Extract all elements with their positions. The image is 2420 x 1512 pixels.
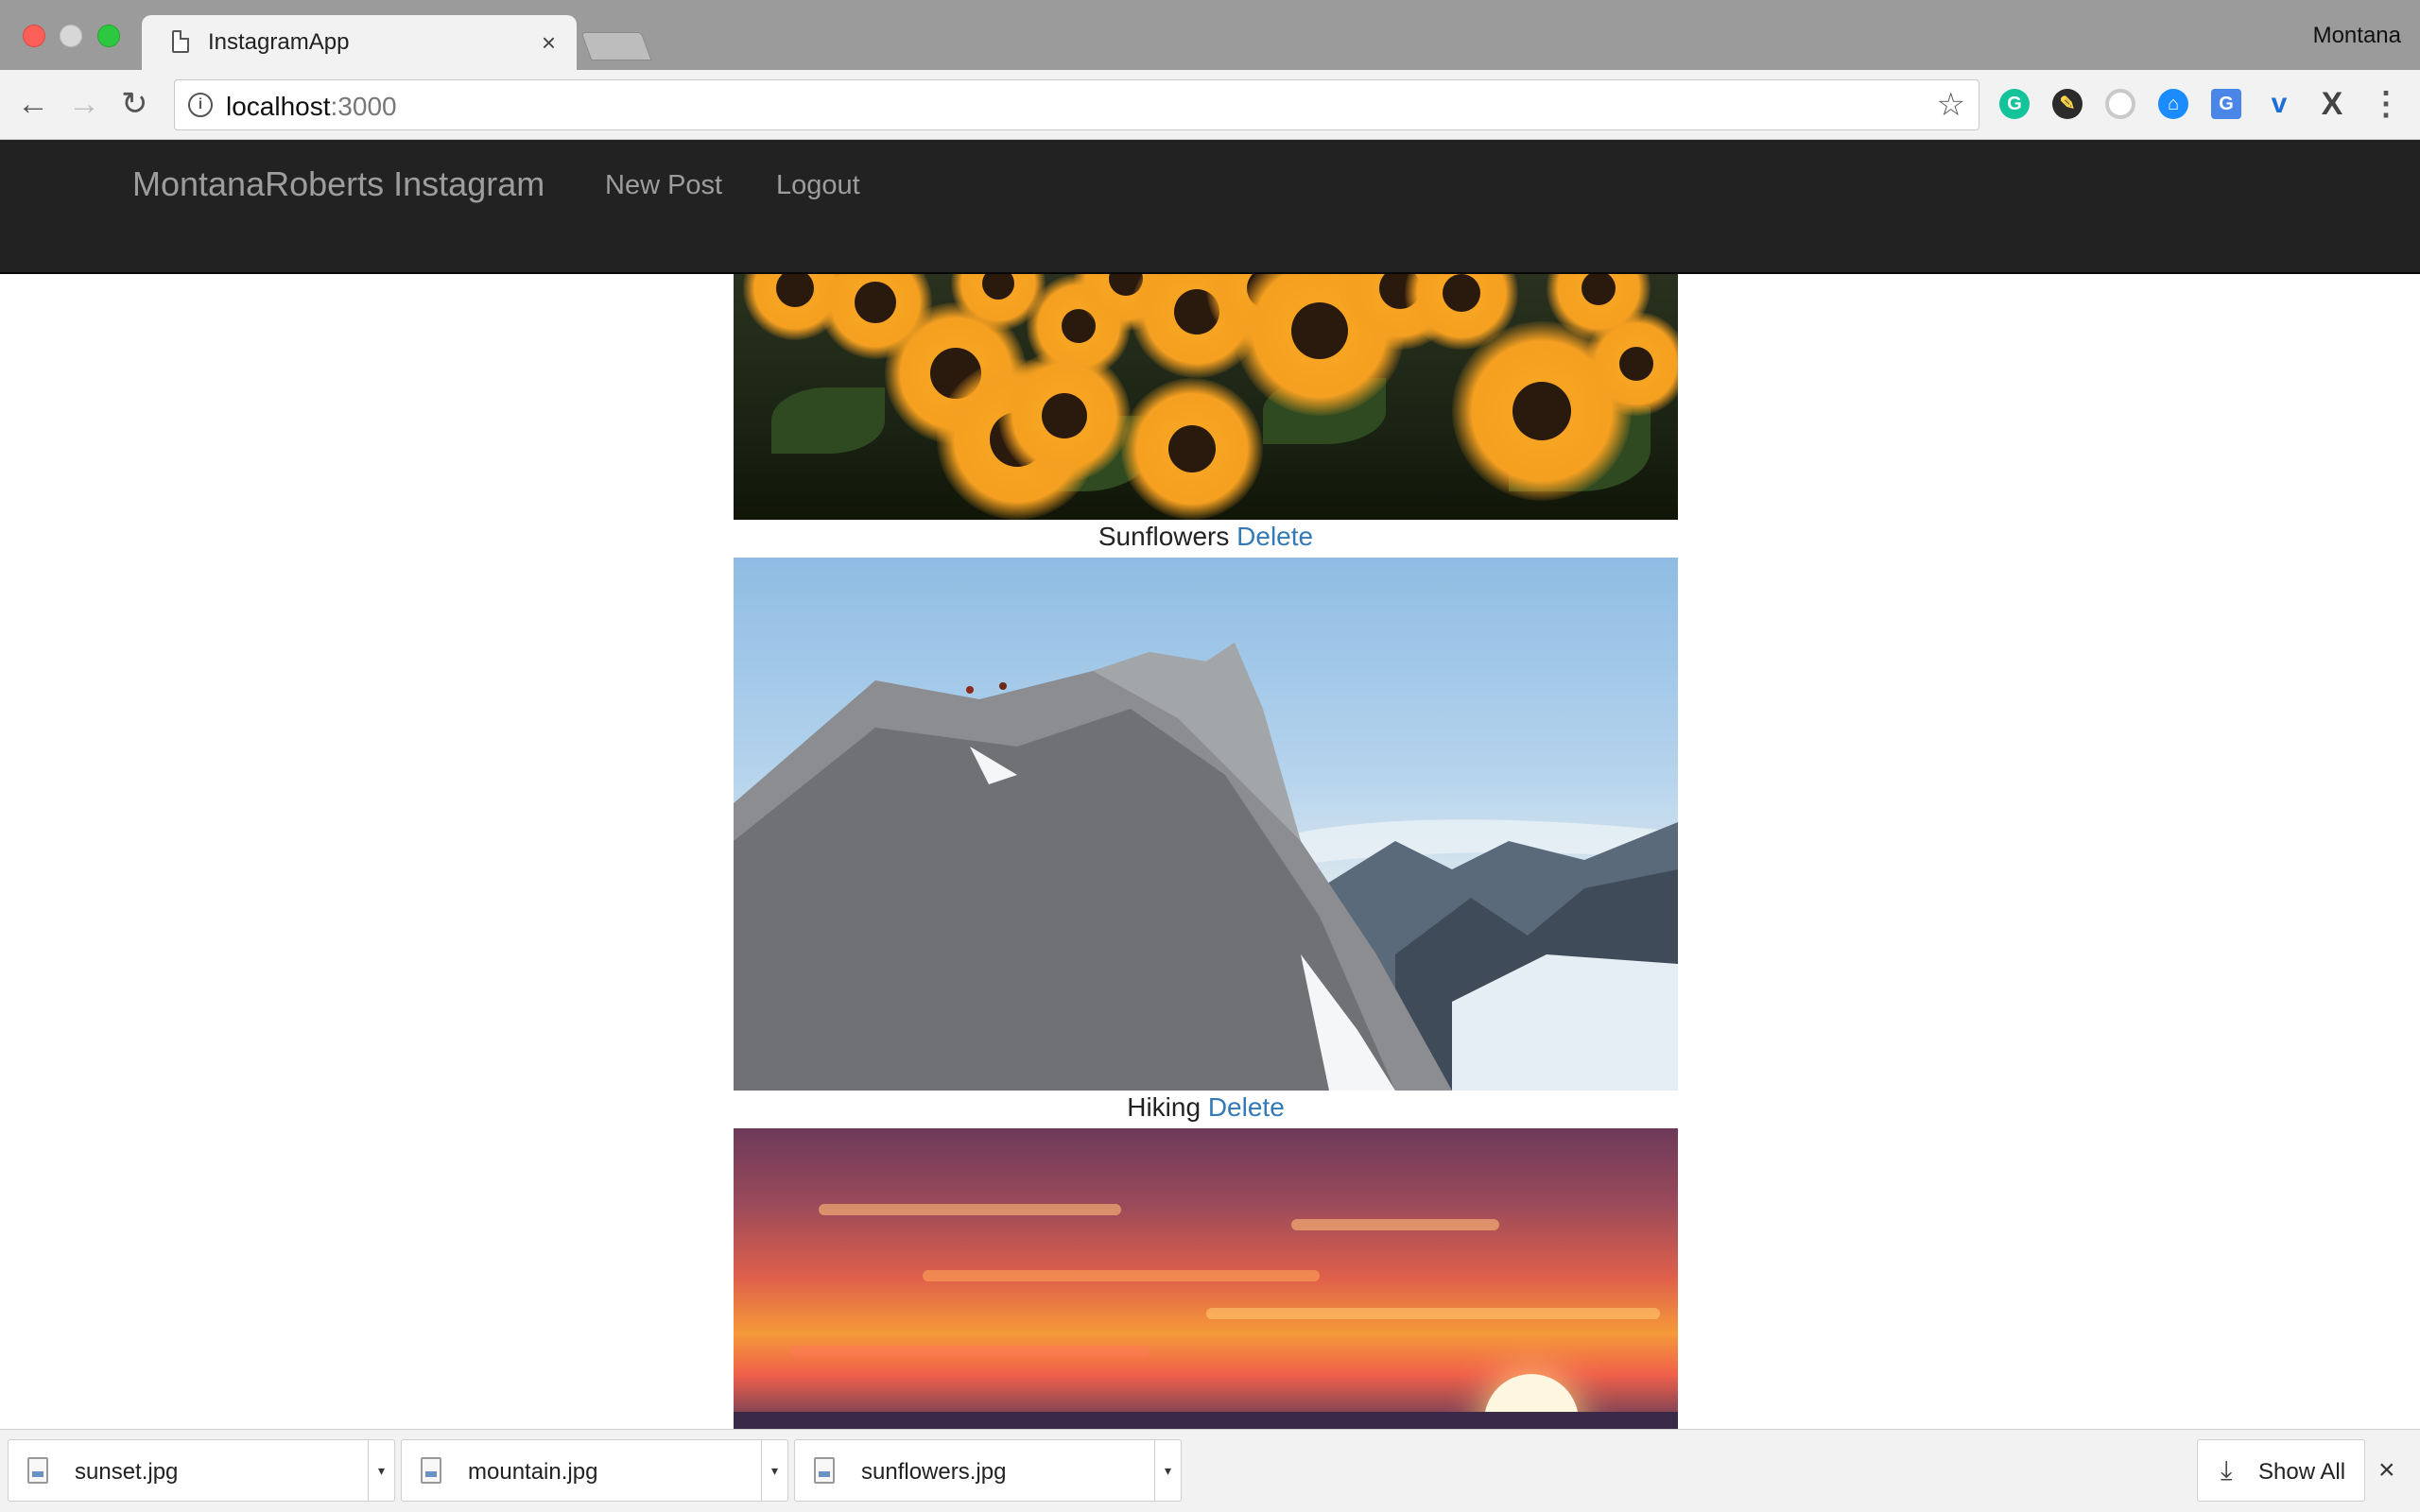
- post-title: Hiking: [1127, 1092, 1201, 1122]
- page-icon: [172, 30, 189, 53]
- download-options-icon[interactable]: ▾: [761, 1440, 787, 1501]
- bank-icon[interactable]: ⌂: [2158, 89, 2188, 119]
- download-filename: mountain.jpg: [468, 1459, 598, 1485]
- post-title: Sunflowers: [1098, 522, 1230, 551]
- grammarly-icon[interactable]: G: [1999, 89, 2030, 119]
- download-icon: ⤓: [2221, 1455, 2233, 1485]
- close-tab-icon[interactable]: ×: [542, 28, 556, 58]
- url-host: localhost: [226, 92, 331, 121]
- url-port: :3000: [330, 92, 397, 121]
- post-caption: Hiking Delete: [734, 1092, 1678, 1123]
- sunflowers-image: [734, 274, 1678, 520]
- x-icon[interactable]: X: [2317, 88, 2347, 120]
- browser-toolbar: ← → ↻ i localhost:3000 ☆ G ✎ ⌂ G v X ⋮: [0, 70, 2420, 140]
- download-shelf: sunset.jpg ▾ mountain.jpg ▾ sunflowers.j…: [0, 1429, 2420, 1512]
- browser-menu-icon[interactable]: ⋮: [2370, 88, 2402, 120]
- ring-icon[interactable]: [2105, 89, 2135, 119]
- download-item[interactable]: mountain.jpg ▾: [401, 1439, 788, 1502]
- mountain-illustration: [734, 643, 1678, 1091]
- forward-arrow-icon[interactable]: →: [68, 85, 100, 123]
- image-file-icon: [814, 1457, 835, 1484]
- app-navbar: MontanaRoberts Instagram New Post Logout: [0, 140, 2420, 274]
- profile-name[interactable]: Montana: [2313, 23, 2401, 49]
- image-file-icon: [27, 1457, 48, 1484]
- show-all-label: Show All: [2258, 1459, 2346, 1485]
- download-options-icon[interactable]: ▾: [1154, 1440, 1181, 1501]
- download-options-icon[interactable]: ▾: [368, 1440, 394, 1501]
- new-post-link[interactable]: New Post: [605, 170, 722, 201]
- maximize-window-button[interactable]: [97, 25, 120, 47]
- mountain-image: [734, 558, 1678, 1091]
- new-tab-button[interactable]: [580, 32, 652, 60]
- delete-link[interactable]: Delete: [1236, 522, 1313, 551]
- post-feed: Sunflowers Delete Hiking Delete: [0, 274, 2420, 1429]
- address-bar[interactable]: i localhost:3000 ☆: [174, 79, 1979, 130]
- download-item[interactable]: sunset.jpg ▾: [8, 1439, 395, 1502]
- tab-title: InstagramApp: [208, 29, 350, 55]
- translate-icon[interactable]: G: [2211, 89, 2241, 119]
- logout-link[interactable]: Logout: [776, 170, 860, 201]
- url-text[interactable]: localhost:3000: [226, 92, 397, 122]
- browser-tab[interactable]: InstagramApp ×: [142, 15, 577, 72]
- download-item[interactable]: sunflowers.jpg ▾: [794, 1439, 1182, 1502]
- bookmark-star-icon[interactable]: ☆: [1937, 86, 1965, 124]
- brand-link[interactable]: MontanaRoberts Instagram: [132, 164, 544, 204]
- close-shelf-icon[interactable]: ×: [2378, 1454, 2395, 1486]
- post-caption: Sunflowers Delete: [734, 522, 1678, 552]
- v-icon[interactable]: v: [2264, 89, 2294, 119]
- download-filename: sunflowers.jpg: [861, 1459, 1007, 1485]
- download-filename: sunset.jpg: [75, 1459, 179, 1485]
- pen-icon[interactable]: ✎: [2052, 89, 2083, 119]
- delete-link[interactable]: Delete: [1208, 1092, 1285, 1122]
- sunset-image: [734, 1128, 1678, 1429]
- show-all-downloads-button[interactable]: ⤓ Show All: [2197, 1439, 2365, 1502]
- back-arrow-icon[interactable]: ←: [17, 85, 49, 123]
- browser-titlebar: InstagramApp × Montana: [0, 0, 2420, 72]
- minimize-window-button[interactable]: [60, 25, 82, 47]
- close-window-button[interactable]: [23, 25, 45, 47]
- info-icon[interactable]: i: [188, 93, 213, 117]
- reload-icon[interactable]: ↻: [121, 85, 148, 123]
- image-file-icon: [421, 1457, 441, 1484]
